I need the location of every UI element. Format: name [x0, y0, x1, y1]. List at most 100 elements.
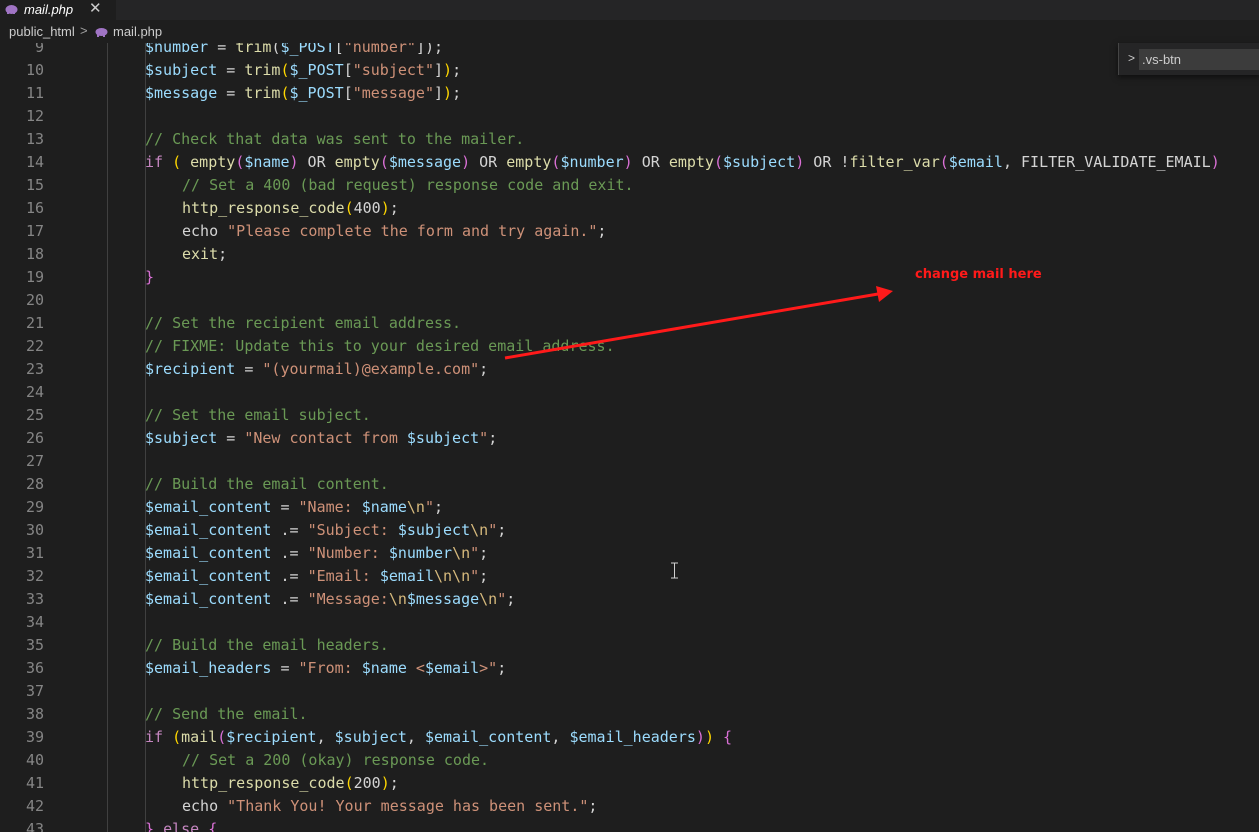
code-token: = — [271, 659, 299, 677]
code-line[interactable]: 38 // Send the email. — [0, 703, 1259, 726]
code-token: .= — [271, 521, 308, 539]
line-number: 11 — [25, 84, 44, 102]
line-number: 33 — [25, 590, 44, 608]
find-input[interactable] — [1139, 49, 1259, 70]
code-token: $_POST — [280, 43, 335, 56]
code-token: = — [208, 43, 236, 56]
code-line[interactable]: 32 $email_content .= "Email: $email\n\n"; — [0, 565, 1259, 588]
close-icon[interactable]: ✕ — [89, 0, 102, 19]
code-line[interactable]: 40 // Set a 200 (okay) response code. — [0, 749, 1259, 772]
code-token: trim — [244, 84, 281, 102]
code-editor[interactable]: 9 $number = trim($_POST["number"]); 10 $sub… — [0, 43, 1259, 832]
tab-bar: mail.php ✕ — [0, 0, 1259, 20]
code-token: ) — [704, 728, 714, 746]
code-token: $email_content — [424, 728, 552, 746]
code-line[interactable]: 29 $email_content = "Name: $name\n"; — [0, 496, 1259, 519]
code-line[interactable]: 39 if (mail($recipient, $subject, $email_… — [0, 726, 1259, 749]
code-line[interactable]: 42 echo "Thank You! Your message has been… — [0, 795, 1259, 818]
code-line[interactable]: 16 http_response_code(400); — [0, 197, 1259, 220]
code-line[interactable]: 12 — [0, 105, 1259, 128]
code-token: " — [497, 590, 507, 608]
code-token: // Send the email. — [145, 705, 308, 723]
code-line[interactable]: 24 — [0, 381, 1259, 404]
code-line[interactable]: 22 // FIXME: Update this to your desired … — [0, 335, 1259, 358]
code-line[interactable]: 21 // Set the recipient email address. — [0, 312, 1259, 335]
code-token: } — [145, 820, 155, 832]
code-token: "Number: — [307, 544, 389, 562]
code-line[interactable]: 26 $subject = "New contact from $subject"… — [0, 427, 1259, 450]
code-token: \n — [479, 590, 498, 608]
code-line[interactable]: 19} — [0, 266, 1259, 289]
code-token: ( — [235, 153, 245, 171]
code-token: OR — [470, 153, 507, 171]
code-line[interactable]: 43} else { — [0, 818, 1259, 832]
breadcrumb-folder[interactable]: public_html — [9, 24, 75, 40]
code-token: " — [470, 567, 480, 585]
code-line[interactable]: 30 $email_content .= "Subject: $subject\n… — [0, 519, 1259, 542]
chevron-right-icon: > — [80, 23, 88, 38]
code-line[interactable]: 20 — [0, 289, 1259, 312]
code-line[interactable]: 34 — [0, 611, 1259, 634]
code-token: ( — [713, 153, 723, 171]
code-line[interactable]: 28 // Build the email content. — [0, 473, 1259, 496]
code-token: "Thank You! Your message has been sent." — [227, 797, 589, 815]
code-line[interactable]: 13 // Check that data was sent to the mai… — [0, 128, 1259, 151]
code-token: \n\n — [434, 567, 471, 585]
chevron-right-icon[interactable]: > — [1128, 51, 1135, 65]
code-line[interactable]: 23 $recipient = "(yourmail)@example.com"; — [0, 358, 1259, 381]
code-line[interactable]: 11 $message = trim($_POST["message"]); — [0, 82, 1259, 105]
code-token: ] — [434, 84, 444, 102]
code-text: echo "Please complete the form and try a… — [182, 220, 606, 243]
breadcrumb-file[interactable]: mail.php — [113, 24, 162, 40]
tab-mail-php[interactable]: mail.php ✕ — [0, 0, 116, 20]
code-line[interactable]: 27 — [0, 450, 1259, 473]
line-number: 23 — [25, 360, 44, 378]
code-token: ( — [344, 199, 354, 217]
code-token: " — [424, 498, 434, 516]
line-number: 29 — [25, 498, 44, 516]
code-token: ; — [389, 199, 399, 217]
code-token: $name — [361, 498, 407, 516]
code-token: ; — [479, 567, 489, 585]
code-token: $message — [388, 153, 462, 171]
code-line[interactable]: 10 $subject = trim($_POST["subject"]); — [0, 59, 1259, 82]
code-token: ) — [1210, 153, 1220, 171]
code-token: ; — [452, 84, 462, 102]
code-line[interactable]: 36 $email_headers = "From: $name <$email>… — [0, 657, 1259, 680]
code-text: // Set the recipient email address. — [145, 312, 461, 335]
code-line[interactable]: 33 $email_content .= "Message:\n$message\… — [0, 588, 1259, 611]
code-text: } — [145, 266, 154, 289]
code-token: ) — [289, 153, 299, 171]
line-number: 36 — [25, 659, 44, 677]
code-token: $subject — [397, 521, 471, 539]
code-line[interactable]: 15 // Set a 400 (bad request) response co… — [0, 174, 1259, 197]
code-token: "From: — [298, 659, 362, 677]
code-line[interactable]: 35 // Build the email headers. — [0, 634, 1259, 657]
code-line[interactable]: 31 $email_content .= "Number: $number\n"; — [0, 542, 1259, 565]
code-token: filter_var — [849, 153, 940, 171]
line-number: 42 — [25, 797, 44, 815]
code-token: \n — [470, 521, 489, 539]
line-number: 9 — [34, 43, 44, 56]
code-token: "message" — [352, 84, 434, 102]
code-token: echo — [182, 222, 228, 240]
code-token: $name — [244, 153, 290, 171]
code-line[interactable]: 41 http_response_code(200); — [0, 772, 1259, 795]
code-token: ) — [443, 84, 453, 102]
code-line[interactable]: 14 if ( empty($name) OR empty($message) O… — [0, 151, 1259, 174]
code-token: [ — [343, 84, 353, 102]
code-token: { — [208, 820, 218, 832]
code-token: , — [406, 728, 425, 746]
code-text: $email_content .= "Email: $email\n\n"; — [145, 565, 488, 588]
code-token: 400 — [353, 199, 381, 217]
code-token: ; — [479, 360, 489, 378]
code-text: $subject = "New contact from $subject"; — [145, 427, 497, 450]
code-line[interactable]: 17 echo "Please complete the form and try… — [0, 220, 1259, 243]
code-line[interactable]: 25 // Set the email subject. — [0, 404, 1259, 427]
line-number: 35 — [25, 636, 44, 654]
code-line[interactable]: 9 $number = trim($_POST["number"]); — [0, 43, 1259, 59]
code-line[interactable]: 37 — [0, 680, 1259, 703]
code-line[interactable]: 18 exit; — [0, 243, 1259, 266]
